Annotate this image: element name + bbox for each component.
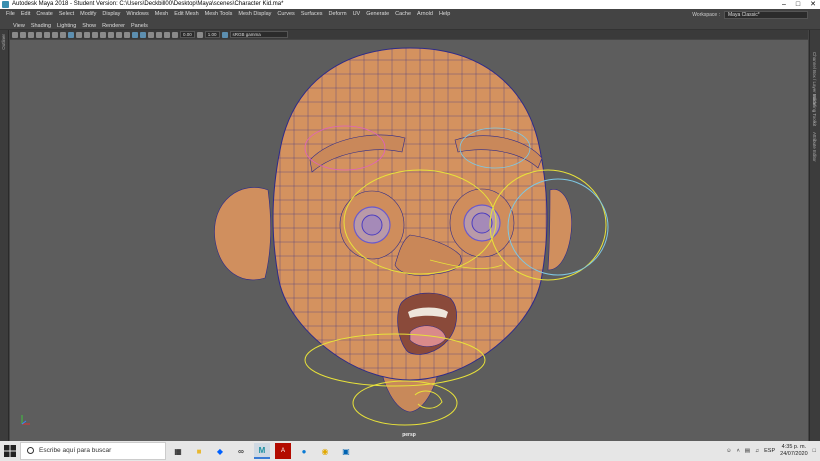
outliner-strip[interactable]: Outliner bbox=[0, 30, 9, 441]
viewport-persp[interactable]: persp bbox=[10, 40, 808, 441]
right-panel-strip: Channel Box / Layer Editor Modeling Tool… bbox=[809, 30, 820, 441]
gamma-icon[interactable] bbox=[196, 31, 203, 38]
grid-icon[interactable] bbox=[44, 31, 50, 38]
menu-edit-mesh[interactable]: Edit Mesh bbox=[171, 9, 201, 20]
window-title: Autodesk Maya 2018 - Student Version: C:… bbox=[12, 1, 284, 7]
film-gate-icon[interactable] bbox=[52, 31, 58, 38]
user-icon[interactable]: ☺ bbox=[726, 448, 732, 454]
depth-of-field-icon[interactable] bbox=[124, 31, 130, 38]
textured-icon[interactable] bbox=[84, 31, 90, 38]
windows-start-icon[interactable] bbox=[4, 445, 16, 457]
maximize-icon[interactable]: □ bbox=[796, 0, 800, 9]
menu-surfaces[interactable]: Surfaces bbox=[298, 9, 326, 20]
exposure-icon[interactable] bbox=[172, 31, 178, 38]
character-head-wireframe bbox=[214, 47, 609, 426]
edge-icon[interactable]: ● bbox=[296, 443, 312, 459]
workspace-dropdown[interactable]: Maya Classic* bbox=[724, 10, 808, 19]
anti-alias-icon[interactable] bbox=[116, 31, 122, 38]
menu-deform[interactable]: Deform bbox=[326, 9, 350, 20]
xray-icon[interactable] bbox=[140, 31, 146, 38]
maya-icon[interactable]: M bbox=[254, 443, 270, 459]
outliner-label: Outliner bbox=[1, 34, 6, 50]
title-bar: Autodesk Maya 2018 - Student Version: C:… bbox=[0, 0, 820, 9]
menu-mesh-display[interactable]: Mesh Display bbox=[235, 9, 274, 20]
clock-date: 24/07/2020 bbox=[780, 451, 808, 457]
menu-create[interactable]: Create bbox=[33, 9, 56, 20]
menu-cache[interactable]: Cache bbox=[392, 9, 414, 20]
clock-time: 4:35 p. m. bbox=[781, 444, 807, 450]
ambient-occlusion-icon[interactable] bbox=[108, 31, 114, 38]
modeling-toolkit-tab[interactable]: Modeling Toolkit bbox=[812, 94, 817, 126]
menu-modify[interactable]: Modify bbox=[77, 9, 99, 20]
chrome-icon[interactable]: ◉ bbox=[317, 443, 333, 459]
menu-arnold[interactable]: Arnold bbox=[414, 9, 436, 20]
isolate-select-icon[interactable] bbox=[132, 31, 138, 38]
color-management-icon[interactable] bbox=[221, 31, 228, 38]
gamma-field[interactable]: 1.00 bbox=[204, 31, 220, 38]
menu-windows[interactable]: Windows bbox=[123, 9, 151, 20]
menu-edit[interactable]: Edit bbox=[18, 9, 33, 20]
resolution-gate-icon[interactable] bbox=[60, 31, 66, 38]
wireframe-icon[interactable] bbox=[68, 31, 74, 38]
minimize-icon[interactable]: – bbox=[782, 0, 786, 9]
acrobat-icon[interactable]: A bbox=[275, 443, 291, 459]
view-axis-icon bbox=[21, 415, 30, 425]
taskbar-search-input[interactable]: Escribe aquí para buscar bbox=[20, 442, 166, 460]
notifications-icon[interactable]: □ bbox=[813, 448, 816, 454]
image-plane-icon[interactable] bbox=[36, 31, 42, 38]
panel-toolbar: 0.00 1.00 sRGB gamma bbox=[10, 30, 808, 39]
camera-attributes-icon[interactable] bbox=[20, 31, 26, 38]
smooth-shade-icon[interactable] bbox=[76, 31, 82, 38]
search-icon bbox=[27, 447, 34, 454]
xray-joints-icon[interactable] bbox=[148, 31, 154, 38]
menu-mesh[interactable]: Mesh bbox=[152, 9, 171, 20]
workspace-selector: Workspace : Maya Classic* bbox=[692, 10, 808, 19]
camera-icon[interactable] bbox=[12, 31, 18, 38]
menu-uv[interactable]: UV bbox=[350, 9, 364, 20]
system-tray: ☺ ˄ ▤ ♫ ESP 4:35 p. m. 24/07/2020 □ bbox=[726, 442, 816, 460]
menu-select[interactable]: Select bbox=[56, 9, 77, 20]
maya-app-icon bbox=[2, 1, 9, 8]
menu-mesh-tools[interactable]: Mesh Tools bbox=[202, 9, 236, 20]
menu-file[interactable]: File bbox=[3, 9, 18, 20]
bookmark-icon[interactable] bbox=[28, 31, 34, 38]
camera-label: persp bbox=[402, 432, 416, 438]
network-icon[interactable]: ▤ bbox=[745, 448, 750, 454]
windows-taskbar: Escribe aquí para buscar ▦ ■ ◆ ∞ M A ● ◉… bbox=[0, 441, 820, 461]
menu-curves[interactable]: Curves bbox=[274, 9, 297, 20]
menu-display[interactable]: Display bbox=[99, 9, 123, 20]
language-indicator[interactable]: ESP bbox=[764, 448, 775, 454]
exposure-field[interactable]: 0.00 bbox=[180, 31, 195, 38]
backface-icon[interactable] bbox=[156, 31, 162, 38]
shadows-icon[interactable] bbox=[100, 31, 106, 38]
menu-help[interactable]: Help bbox=[436, 9, 453, 20]
file-explorer-icon[interactable]: ■ bbox=[191, 443, 207, 459]
workspace-label: Workspace : bbox=[692, 11, 720, 18]
colorspace-dropdown[interactable]: sRGB gamma bbox=[229, 31, 288, 38]
dropbox-icon[interactable]: ◆ bbox=[212, 443, 228, 459]
show-hidden-icon[interactable]: ˄ bbox=[737, 448, 740, 454]
menu-generate[interactable]: Generate bbox=[363, 9, 392, 20]
wireframe-on-shaded-icon[interactable] bbox=[164, 31, 170, 38]
clock[interactable]: 4:35 p. m. 24/07/2020 bbox=[780, 444, 808, 458]
infinity-icon[interactable]: ∞ bbox=[233, 443, 249, 459]
close-icon[interactable]: ✕ bbox=[810, 0, 816, 9]
lights-icon[interactable] bbox=[92, 31, 98, 38]
attribute-editor-tab[interactable]: Attribute Editor bbox=[812, 132, 817, 162]
store-icon[interactable]: ▣ bbox=[338, 443, 354, 459]
volume-icon[interactable]: ♫ bbox=[755, 448, 759, 454]
task-view-icon[interactable]: ▦ bbox=[170, 443, 186, 459]
